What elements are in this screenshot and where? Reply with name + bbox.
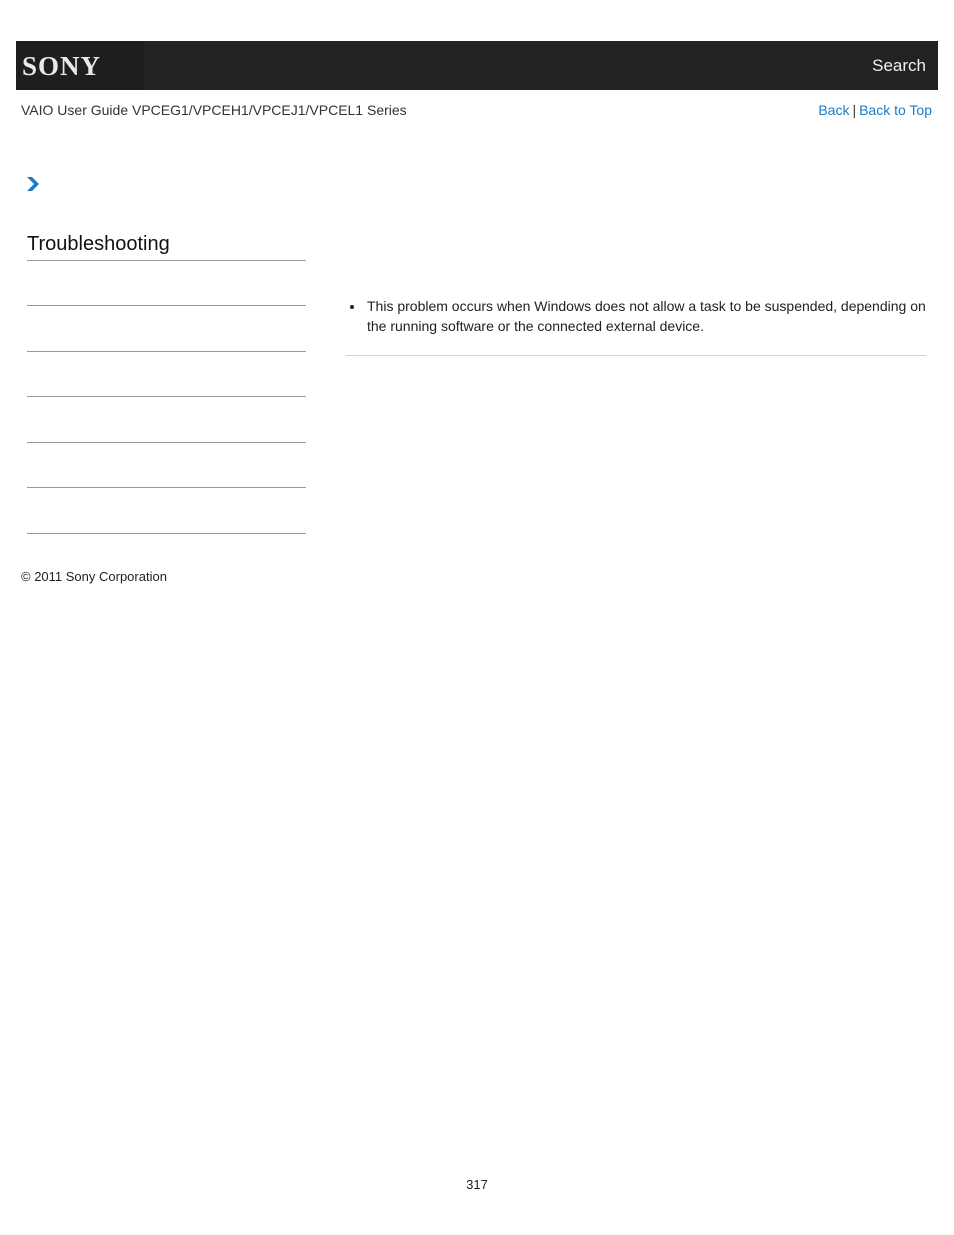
- top-links: Back | Back to Top: [818, 102, 932, 118]
- back-link[interactable]: Back: [818, 102, 849, 118]
- sony-logo[interactable]: SONY: [16, 41, 144, 90]
- header-bar: SONY Search: [16, 41, 938, 90]
- sidebar-item-divider: [27, 351, 306, 352]
- logo-text: SONY: [22, 51, 102, 81]
- content-divider: [346, 355, 926, 356]
- link-separator: |: [852, 102, 857, 118]
- main-content: This problem occurs when Windows does no…: [346, 296, 926, 356]
- bullet-icon: [350, 305, 354, 309]
- search-button[interactable]: Search: [872, 56, 926, 76]
- guide-title: VAIO User Guide VPCEG1/VPCEH1/VPCEJ1/VPC…: [21, 102, 407, 118]
- back-to-top-link[interactable]: Back to Top: [859, 102, 932, 118]
- page-number: 317: [466, 1177, 488, 1192]
- sidebar-item-divider: [27, 396, 306, 397]
- sidebar-item-divider: [27, 305, 306, 306]
- bullet-text: This problem occurs when Windows does no…: [367, 298, 926, 334]
- copyright: © 2011 Sony Corporation: [21, 569, 167, 584]
- sidebar-item-divider: [27, 487, 306, 488]
- sidebar-item-divider: [27, 533, 306, 534]
- chevron-right-icon[interactable]: [26, 176, 40, 192]
- bullet-item: This problem occurs when Windows does no…: [346, 296, 926, 336]
- sidebar-item-divider: [27, 442, 306, 443]
- section-title: Troubleshooting: [27, 233, 306, 261]
